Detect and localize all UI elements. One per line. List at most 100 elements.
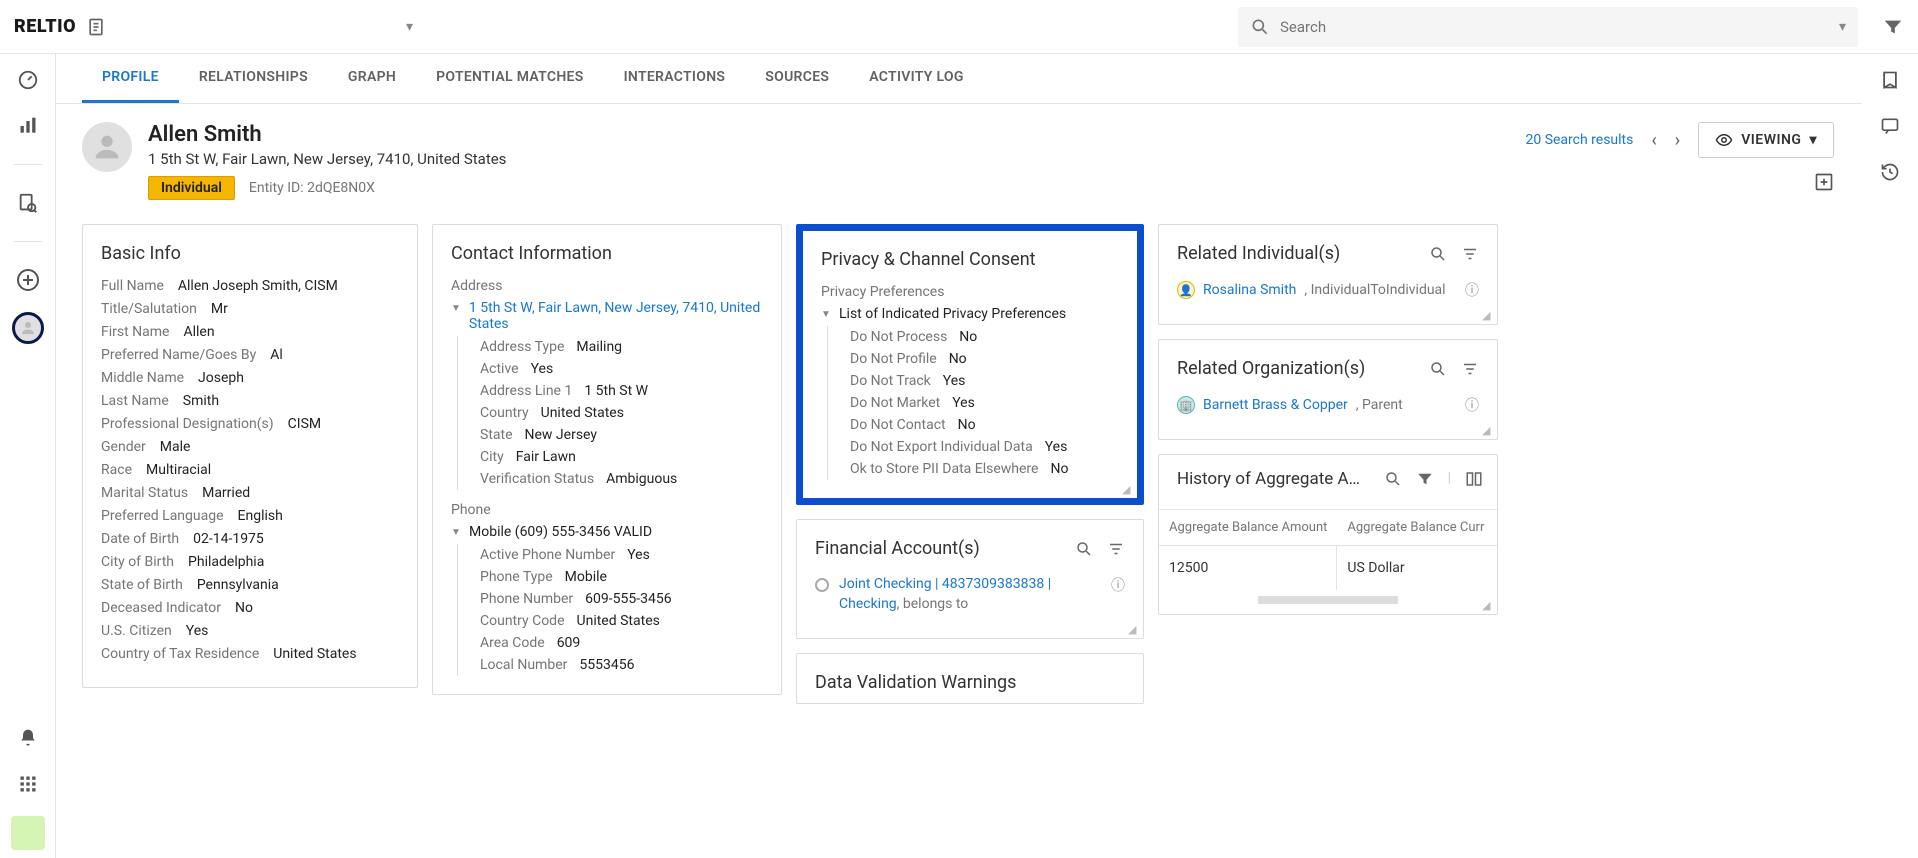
table-header: Aggregate Balance Curr <box>1337 510 1497 545</box>
info-icon[interactable]: ⓘ <box>1465 280 1479 300</box>
filter-list-icon[interactable] <box>1461 245 1479 263</box>
field-value: No <box>1050 461 1068 477</box>
chat-icon[interactable] <box>1876 112 1904 140</box>
info-icon[interactable]: ⓘ <box>1465 395 1479 415</box>
field-value: Mailing <box>576 339 622 355</box>
field-label: Phone Type <box>480 569 553 585</box>
next-result-icon[interactable]: › <box>1675 130 1680 151</box>
speedometer-icon[interactable] <box>14 66 42 94</box>
field-value: Philadelphia <box>188 554 264 570</box>
filter-list-icon[interactable] <box>1461 360 1479 378</box>
prev-result-icon[interactable]: ‹ <box>1651 130 1656 151</box>
plus-circle-icon[interactable] <box>14 266 42 294</box>
expand-caret-icon[interactable]: ▼ <box>451 300 461 314</box>
tab-relationships[interactable]: RELATIONSHIPS <box>179 54 328 103</box>
field-row: GenderMale <box>101 439 399 455</box>
expand-caret-icon[interactable]: ▼ <box>821 306 831 320</box>
search-icon[interactable] <box>1429 245 1447 263</box>
field-row: Do Not ProcessNo <box>850 326 1119 348</box>
right-rail <box>1862 54 1918 858</box>
card-title: Financial Account(s) <box>815 538 980 559</box>
field-row: City of BirthPhiladelphia <box>101 554 399 570</box>
field-label: Phone Number <box>480 591 573 607</box>
field-row: Ok to Store PII Data ElsewhereNo <box>850 458 1119 480</box>
search-dropdown-icon[interactable]: ▾ <box>1839 19 1846 35</box>
field-row: CountryUnited States <box>480 402 763 424</box>
field-value: Mobile <box>565 569 607 585</box>
info-icon[interactable]: ⓘ <box>1111 575 1125 595</box>
card-title: History of Aggregate Acco... <box>1177 469 1367 489</box>
tab-sources[interactable]: SOURCES <box>745 54 849 103</box>
resize-handle-icon[interactable]: ◢ <box>1482 309 1494 321</box>
user-avatar-small[interactable] <box>12 312 44 344</box>
related-org-link[interactable]: Barnett Brass & Copper <box>1203 397 1348 413</box>
search-doc-icon[interactable] <box>14 189 42 217</box>
field-label: Do Not Contact <box>850 417 946 433</box>
tab-interactions[interactable]: INTERACTIONS <box>604 54 746 103</box>
tab-potential-matches[interactable]: POTENTIAL MATCHES <box>416 54 604 103</box>
search-icon[interactable] <box>1075 540 1093 558</box>
tab-graph[interactable]: GRAPH <box>328 54 416 103</box>
columns-icon[interactable] <box>1465 470 1483 488</box>
field-row: Marital StatusMarried <box>101 485 399 501</box>
field-row: Phone Number609-555-3456 <box>480 588 763 610</box>
field-row: Do Not MarketYes <box>850 392 1119 414</box>
filter-icon[interactable] <box>1882 16 1904 38</box>
search-input[interactable] <box>1280 18 1829 36</box>
green-tile[interactable] <box>11 816 45 850</box>
table-header: Aggregate Balance Amount <box>1159 510 1337 545</box>
field-label: Address Type <box>480 339 564 355</box>
phone-link[interactable]: Mobile (609) 555-3456 VALID <box>469 524 652 540</box>
field-value: 1 5th St W <box>584 383 648 399</box>
resize-handle-icon[interactable]: ◢ <box>1128 623 1140 635</box>
related-individual-suffix: , IndividualToIndividual <box>1304 282 1445 298</box>
related-individual-link[interactable]: Rosalina Smith <box>1203 282 1296 298</box>
field-value: Yes <box>1045 439 1068 455</box>
funnel-filter-icon[interactable] <box>1416 470 1434 488</box>
bell-icon[interactable] <box>14 724 42 752</box>
field-row: Phone Type Mobile <box>480 566 763 588</box>
field-value: Joseph <box>198 370 244 386</box>
logo: RELTIO <box>14 16 76 37</box>
tab-profile[interactable]: PROFILE <box>82 54 179 103</box>
field-label: Do Not Track <box>850 373 931 389</box>
field-label: Area Code <box>480 635 545 651</box>
tab-activity-log[interactable]: ACTIVITY LOG <box>849 54 983 103</box>
basic-info-card: Basic Info Full NameAllen Joseph Smith, … <box>82 224 418 688</box>
resize-handle-icon[interactable]: ◢ <box>1482 424 1494 436</box>
field-row: Middle NameJoseph <box>101 370 399 386</box>
search-results-link[interactable]: 20 Search results <box>1525 132 1633 148</box>
add-panel-icon[interactable] <box>1814 172 1834 192</box>
field-label: Local Number <box>480 657 567 673</box>
clipboard-icon[interactable] <box>86 17 106 37</box>
horizontal-scrollbar[interactable] <box>1258 596 1398 604</box>
global-search[interactable]: ▾ <box>1238 7 1858 47</box>
viewing-button[interactable]: VIEWING ▾ <box>1698 122 1834 158</box>
filter-list-icon[interactable] <box>1107 540 1125 558</box>
resize-handle-icon[interactable]: ◢ <box>1122 483 1134 495</box>
search-icon <box>1250 17 1270 37</box>
profile-avatar <box>82 122 132 172</box>
field-row: Do Not Export Individual DataYes <box>850 436 1119 458</box>
dropdown-caret-icon[interactable]: ▾ <box>406 19 413 35</box>
address-link[interactable]: 1 5th St W, Fair Lawn, New Jersey, 7410,… <box>469 300 763 332</box>
field-label: Verification Status <box>480 471 594 487</box>
bookmark-icon[interactable] <box>1876 66 1904 94</box>
field-value: No <box>949 351 967 367</box>
field-value: Pennsylvania <box>197 577 279 593</box>
related-organizations-card: Related Organization(s) 🏢 Barnett Brass … <box>1158 339 1498 440</box>
search-icon[interactable] <box>1429 360 1447 378</box>
search-icon[interactable] <box>1384 470 1402 488</box>
field-label: Address Line 1 <box>480 383 572 399</box>
privacy-section-label: Privacy Preferences <box>821 284 1119 300</box>
resize-handle-icon[interactable]: ◢ <box>1482 599 1494 611</box>
bar-chart-icon[interactable] <box>14 112 42 140</box>
expand-caret-icon[interactable]: ▼ <box>451 524 461 538</box>
field-value: Fair Lawn <box>516 449 576 465</box>
field-row: Area Code609 <box>480 632 763 654</box>
apps-grid-icon[interactable] <box>14 770 42 798</box>
field-label: First Name <box>101 324 169 340</box>
field-label: Professional Designation(s) <box>101 416 274 432</box>
history-icon[interactable] <box>1876 158 1904 186</box>
field-label: Gender <box>101 439 146 455</box>
